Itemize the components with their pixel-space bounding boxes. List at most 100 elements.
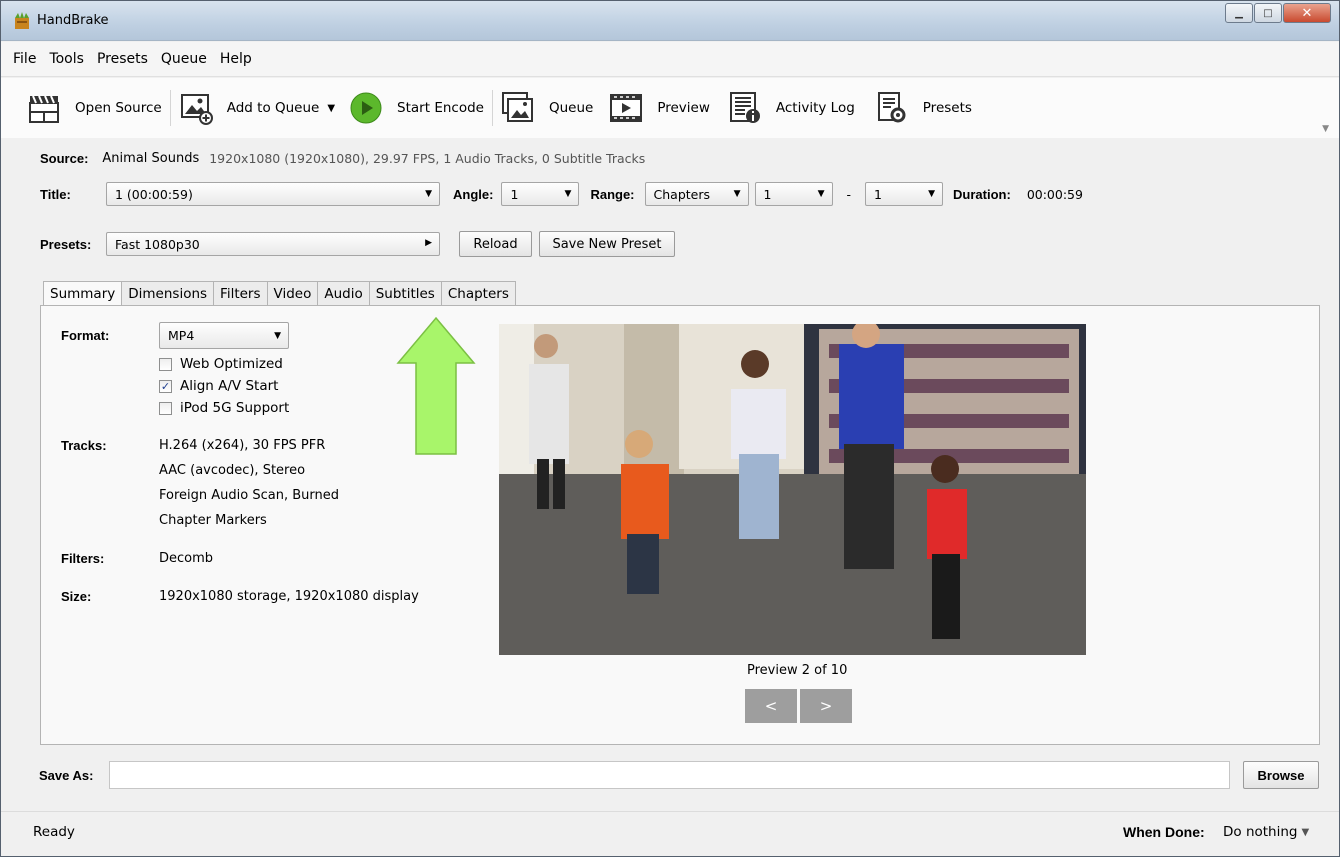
presets-selector[interactable]: Fast 1080p30 ▶ bbox=[106, 232, 440, 256]
presets-label: Presets bbox=[922, 100, 972, 116]
align-av-checkbox[interactable]: ✓ Align A/V Start bbox=[159, 378, 278, 394]
range-type-dropdown[interactable]: Chapters ▼ bbox=[644, 182, 749, 206]
track-item: Foreign Audio Scan, Burned bbox=[159, 488, 339, 503]
toolbar: Open Source Add to Queue ▼ Start Encode bbox=[1, 78, 1339, 138]
tab-summary[interactable]: Summary bbox=[43, 281, 123, 306]
tab-video[interactable]: Video bbox=[266, 281, 319, 305]
minimize-button[interactable]: ▁ bbox=[1225, 3, 1253, 23]
menu-tools[interactable]: Tools bbox=[49, 51, 84, 67]
preview-next-button[interactable]: > bbox=[800, 689, 852, 723]
open-source-button[interactable]: Open Source bbox=[27, 88, 162, 128]
tracks-label: Tracks: bbox=[61, 438, 107, 453]
menu-help[interactable]: Help bbox=[220, 51, 252, 67]
source-row: Source: Animal Sounds 1920x1080 (1920x10… bbox=[40, 151, 645, 166]
preview-label: Preview bbox=[657, 100, 710, 116]
menu-file[interactable]: File bbox=[13, 51, 36, 67]
handbrake-window: HandBrake ▁ □ ✕ File Tools Presets Queue… bbox=[0, 0, 1340, 857]
track-item: Chapter Markers bbox=[159, 513, 267, 528]
web-optimized-checkbox[interactable]: Web Optimized bbox=[159, 356, 283, 372]
window-title: HandBrake bbox=[37, 13, 109, 28]
add-to-queue-dropdown-icon[interactable]: ▼ bbox=[327, 103, 335, 114]
preview-previous-button[interactable]: < bbox=[745, 689, 797, 723]
film-clapper-icon bbox=[29, 95, 59, 123]
save-as-row: Save As: Browse bbox=[1, 756, 1339, 796]
track-item: H.264 (x264), 30 FPS PFR bbox=[159, 438, 326, 453]
video-preview-image bbox=[499, 324, 1086, 655]
activity-log-button[interactable]: Activity Log bbox=[728, 88, 855, 128]
angle-dropdown[interactable]: 1 ▼ bbox=[501, 182, 580, 206]
range-start-value: 1 bbox=[763, 186, 772, 202]
activity-log-label: Activity Log bbox=[775, 100, 855, 116]
align-av-label: Align A/V Start bbox=[180, 378, 279, 394]
duration-label: Duration: bbox=[953, 186, 1011, 202]
size-label: Size: bbox=[61, 589, 92, 604]
maximize-button[interactable]: □ bbox=[1254, 3, 1282, 23]
stacked-images-icon bbox=[501, 92, 533, 122]
presets-value: Fast 1080p30 bbox=[115, 236, 200, 252]
size-value: 1920x1080 storage, 1920x1080 display bbox=[159, 589, 419, 604]
chevron-down-icon: ▼ bbox=[425, 189, 432, 199]
menu-presets[interactable]: Presets bbox=[97, 51, 148, 67]
when-done-label: When Done: bbox=[1123, 824, 1205, 840]
ipod-checkbox[interactable]: iPod 5G Support bbox=[159, 400, 289, 416]
tab-audio[interactable]: Audio bbox=[317, 281, 370, 305]
tab-filters[interactable]: Filters bbox=[213, 281, 268, 305]
chevron-down-icon: ▼ bbox=[817, 189, 825, 199]
checkbox-checked-icon: ✓ bbox=[159, 379, 172, 393]
queue-label: Queue bbox=[548, 100, 594, 116]
start-encode-button[interactable]: Start Encode bbox=[349, 88, 484, 128]
close-button[interactable]: ✕ bbox=[1283, 3, 1331, 23]
save-as-label: Save As: bbox=[39, 768, 94, 783]
log-info-icon bbox=[729, 92, 760, 123]
menu-queue[interactable]: Queue bbox=[161, 51, 207, 67]
track-item: AAC (avcodec), Stereo bbox=[159, 463, 306, 478]
presets-button[interactable]: Presets bbox=[875, 88, 972, 128]
checkbox-unchecked-icon bbox=[159, 401, 172, 415]
up-arrow-annotation-icon bbox=[396, 316, 476, 455]
toolbar-overflow-icon[interactable]: ▼ bbox=[1322, 124, 1329, 134]
tab-dimensions[interactable]: Dimensions bbox=[121, 281, 215, 305]
save-as-input[interactable] bbox=[109, 761, 1230, 789]
web-optimized-label: Web Optimized bbox=[180, 356, 283, 372]
range-type-value: Chapters bbox=[653, 186, 711, 202]
browse-button[interactable]: Browse bbox=[1243, 761, 1319, 789]
reload-button[interactable]: Reload bbox=[459, 231, 532, 257]
range-end-dropdown[interactable]: 1 ▼ bbox=[865, 182, 944, 206]
add-to-queue-button[interactable]: Add to Queue ▼ bbox=[179, 88, 335, 128]
title-label: Title: bbox=[40, 186, 71, 202]
source-label: Source: bbox=[40, 151, 89, 166]
source-info: 1920x1080 (1920x1080), 29.97 FPS, 1 Audi… bbox=[209, 151, 646, 166]
tab-chapters[interactable]: Chapters bbox=[440, 281, 516, 305]
title-dropdown[interactable]: 1 (00:00:59) ▼ bbox=[106, 182, 440, 206]
tab-subtitles[interactable]: Subtitles bbox=[368, 281, 442, 305]
chevron-down-icon: ▼ bbox=[733, 189, 741, 199]
filters-value: Decomb bbox=[159, 551, 214, 566]
presets-gear-icon bbox=[877, 92, 906, 123]
toolbar-separator bbox=[491, 90, 493, 126]
window-controls: ▁ □ ✕ bbox=[1224, 3, 1331, 23]
format-dropdown[interactable]: MP4 ▼ bbox=[159, 322, 289, 349]
play-icon bbox=[350, 92, 382, 124]
open-source-label: Open Source bbox=[75, 100, 162, 116]
format-value: MP4 bbox=[168, 328, 195, 343]
when-done-dropdown[interactable]: Do nothing ▼ bbox=[1223, 824, 1309, 840]
chevron-down-icon: ▼ bbox=[564, 189, 572, 199]
summary-panel: Format: MP4 ▼ Web Optimized ✓ Align A/V … bbox=[40, 305, 1320, 745]
preview-caption: Preview 2 of 10 bbox=[747, 663, 848, 678]
queue-button[interactable]: Queue bbox=[501, 88, 593, 128]
format-label: Format: bbox=[61, 328, 110, 343]
range-start-dropdown[interactable]: 1 ▼ bbox=[754, 182, 833, 206]
chevron-down-icon: ▼ bbox=[274, 331, 281, 341]
range-end-value: 1 bbox=[874, 186, 882, 202]
range-dash: - bbox=[846, 186, 852, 202]
save-new-preset-button[interactable]: Save New Preset bbox=[539, 231, 675, 257]
filters-label: Filters: bbox=[61, 551, 105, 566]
title-row: Title: 1 (00:00:59) ▼ Angle: 1 ▼ Range: … bbox=[40, 182, 1083, 206]
handbrake-app-icon bbox=[15, 12, 29, 29]
chevron-right-icon: ▶ bbox=[425, 238, 432, 248]
when-done-value: Do nothing bbox=[1223, 824, 1298, 840]
preview-button[interactable]: Preview bbox=[609, 88, 710, 128]
start-encode-label: Start Encode bbox=[397, 100, 484, 116]
toolbar-separator bbox=[169, 90, 171, 126]
range-label: Range: bbox=[590, 186, 635, 202]
